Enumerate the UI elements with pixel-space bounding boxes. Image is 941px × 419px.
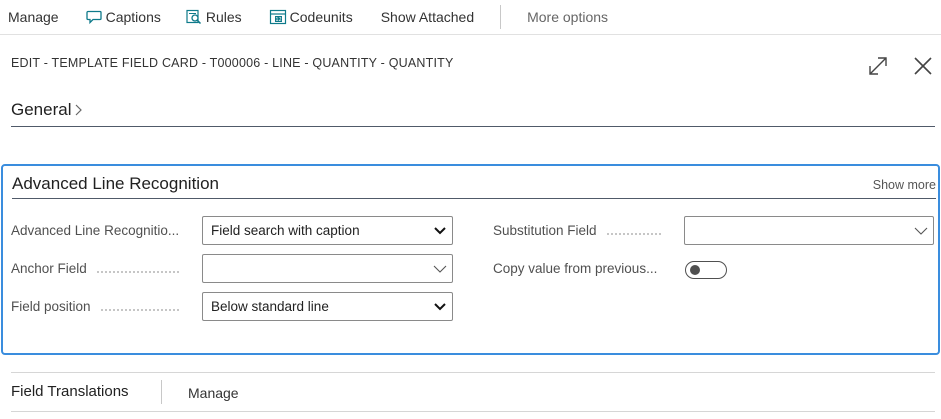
speech-bubble-icon <box>85 8 103 26</box>
svg-text:12: 12 <box>275 17 281 23</box>
field-position: Field position <box>11 292 191 321</box>
translations-divider <box>161 380 162 404</box>
substitution-field-select[interactable] <box>684 216 934 245</box>
codeunits-button[interactable]: 12 Codeunits <box>269 0 353 35</box>
general-label: General <box>11 100 72 119</box>
manage-label: Manage <box>8 9 59 25</box>
field-translations-title[interactable]: Field Translations <box>11 383 129 400</box>
show-attached-button[interactable]: Show Attached <box>381 0 474 35</box>
field-copy-value: Copy value from previous... <box>493 254 673 283</box>
rules-button[interactable]: Rules <box>185 0 242 35</box>
section-title: Advanced Line Recognition <box>12 174 219 193</box>
field-label: Copy value from previous... <box>493 261 658 276</box>
more-options-button[interactable]: More options <box>527 0 608 35</box>
field-label: Advanced Line Recognitio... <box>11 223 180 238</box>
copy-value-toggle[interactable] <box>685 261 727 279</box>
toggle-knob <box>690 265 700 275</box>
chevron-down-icon <box>433 225 447 237</box>
section-divider <box>12 198 936 199</box>
close-icon[interactable] <box>911 54 935 78</box>
captions-button[interactable]: Captions <box>85 0 161 35</box>
field-adv-line-recognition: Advanced Line Recognitio... <box>11 216 191 245</box>
show-more-link[interactable]: Show more <box>873 178 936 192</box>
toolbar-divider <box>500 5 502 29</box>
calendar-grid-icon: 12 <box>269 8 287 26</box>
chevron-down-icon <box>433 301 447 313</box>
adv-line-recognition-select[interactable]: Field search with caption <box>202 216 453 245</box>
general-section-header[interactable]: General <box>11 100 83 120</box>
translations-manage-button[interactable]: Manage <box>188 385 239 401</box>
field-substitution: Substitution Field <box>493 216 673 245</box>
field-label: Substitution Field <box>493 223 673 238</box>
action-bar: Manage Captions Rules 12 Codeunits Show … <box>0 0 941 35</box>
page-title: EDIT - TEMPLATE FIELD CARD - T000006 - L… <box>11 56 454 70</box>
field-position-select[interactable]: Below standard line <box>202 292 453 321</box>
field-anchor: Anchor Field <box>11 254 191 283</box>
translations-bottom-divider <box>11 411 935 412</box>
field-label: Anchor Field <box>11 261 191 276</box>
manage-button[interactable]: Manage <box>8 0 59 35</box>
field-label: Field position <box>11 299 191 314</box>
expand-icon[interactable] <box>866 54 890 78</box>
codeunits-label: Codeunits <box>289 9 353 25</box>
rules-label: Rules <box>205 9 242 25</box>
anchor-field-select[interactable] <box>202 254 453 283</box>
general-divider <box>11 126 935 127</box>
translations-top-divider <box>11 372 935 373</box>
chevron-down-icon <box>914 225 928 237</box>
rules-search-icon <box>185 8 203 26</box>
show-attached-label: Show Attached <box>380 9 475 25</box>
more-options-label: More options <box>527 9 609 25</box>
captions-label: Captions <box>105 9 161 25</box>
chevron-down-icon <box>433 263 447 275</box>
chevron-right-icon <box>74 103 83 117</box>
